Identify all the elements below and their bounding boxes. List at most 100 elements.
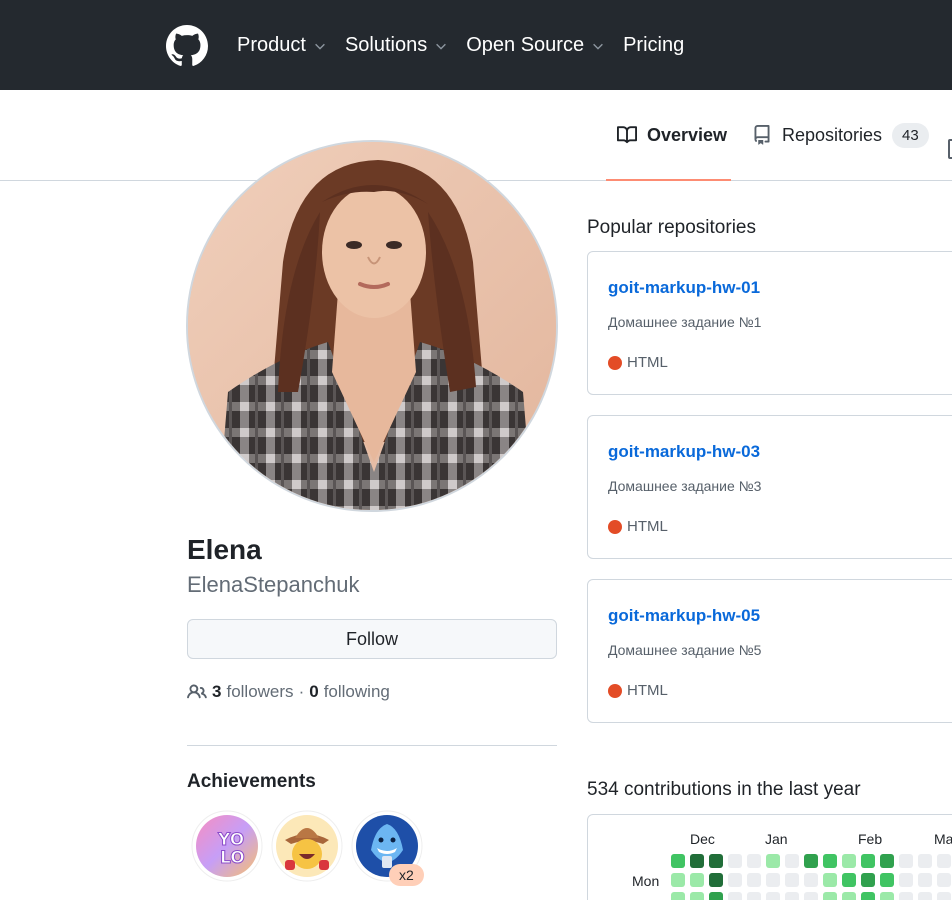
nav-pricing-label: Pricing	[623, 33, 685, 56]
contribution-cell[interactable]	[709, 854, 723, 868]
contribution-cell[interactable]	[918, 873, 932, 887]
follow-separator: ·	[298, 682, 305, 701]
contribution-graph: Dec Jan Feb Ma Mon	[587, 814, 952, 900]
contribution-cell[interactable]	[766, 854, 780, 868]
contribution-cell[interactable]	[861, 892, 875, 900]
nav-pricing[interactable]: Pricing	[623, 34, 684, 57]
contribution-cell[interactable]	[709, 892, 723, 900]
repo-description: Домашнее задание №5	[608, 642, 762, 658]
contribution-cell[interactable]	[937, 873, 951, 887]
language-color-dot	[608, 355, 622, 370]
projects-tab-icon[interactable]	[948, 139, 952, 159]
repo-language: HTML	[608, 682, 668, 699]
profile-name: Elena	[187, 534, 262, 565]
follow-button[interactable]: Follow	[187, 619, 557, 659]
contribution-cell[interactable]	[690, 892, 704, 900]
repositories-counter: 43	[892, 122, 929, 148]
month-label: Ma	[934, 831, 952, 847]
profile-tabs: Overview Repositories 43	[0, 90, 952, 181]
tab-repositories-label: Repositories	[782, 124, 883, 145]
contribution-cell[interactable]	[842, 892, 856, 900]
tab-repositories[interactable]: Repositories 43	[752, 90, 929, 180]
repo-card: goit-markup-hw-03 Домашнее задание №3 HT…	[587, 415, 952, 559]
contribution-cell[interactable]	[690, 873, 704, 887]
contribution-cell[interactable]	[899, 892, 913, 900]
contribution-cell[interactable]	[785, 854, 799, 868]
month-label: Dec	[690, 831, 715, 847]
quickdraw-badge-icon[interactable]	[271, 810, 343, 882]
contributions-title: 534 contributions in the last year	[587, 779, 861, 800]
contribution-cell[interactable]	[842, 854, 856, 868]
contribution-cell[interactable]	[709, 873, 723, 887]
contribution-cell[interactable]	[899, 873, 913, 887]
contribution-cell[interactable]	[823, 854, 837, 868]
contribution-cell[interactable]	[804, 873, 818, 887]
contribution-cell[interactable]	[880, 854, 894, 868]
contribution-cell[interactable]	[766, 873, 780, 887]
following-label: following	[323, 682, 390, 701]
repo-description: Домашнее задание №1	[608, 314, 762, 330]
tab-overview[interactable]: Overview	[606, 90, 731, 181]
repo-description: Домашнее задание №3	[608, 478, 762, 494]
contribution-cell[interactable]	[747, 892, 761, 900]
github-logo-icon[interactable]	[166, 25, 208, 67]
contribution-cell[interactable]	[747, 854, 761, 868]
repo-link[interactable]: goit-markup-hw-05	[608, 606, 760, 626]
contribution-cell[interactable]	[728, 873, 742, 887]
month-label: Jan	[765, 831, 788, 847]
language-color-dot	[608, 519, 622, 534]
avatar[interactable]	[186, 140, 558, 512]
profile-login: ElenaStepanchuk	[187, 572, 360, 597]
nav-solutions[interactable]: Solutions	[345, 34, 448, 57]
followers-count: 3	[212, 682, 222, 701]
contribution-cell[interactable]	[880, 892, 894, 900]
repo-language-label: HTML	[627, 354, 668, 371]
contribution-cell[interactable]	[690, 854, 704, 868]
chevron-down-icon	[315, 43, 325, 50]
contribution-cell[interactable]	[671, 892, 685, 900]
contribution-cell[interactable]	[728, 892, 742, 900]
repo-language: HTML	[608, 518, 668, 535]
contribution-cell[interactable]	[918, 854, 932, 868]
language-color-dot	[608, 683, 622, 698]
nav-solutions-label: Solutions	[344, 33, 428, 56]
contribution-cell[interactable]	[918, 892, 932, 900]
contribution-cell[interactable]	[823, 873, 837, 887]
nav-product[interactable]: Product	[237, 34, 327, 57]
contribution-cell[interactable]	[899, 854, 913, 868]
repo-language: HTML	[608, 354, 668, 371]
sidebar-divider	[187, 745, 557, 746]
contribution-cell[interactable]	[842, 873, 856, 887]
yolo-badge-icon[interactable]: YO LO	[191, 810, 263, 882]
contribution-cell[interactable]	[766, 892, 780, 900]
followers-label: followers	[226, 682, 294, 701]
contribution-cell[interactable]	[823, 892, 837, 900]
month-label: Feb	[858, 831, 883, 847]
main-nav: Product Solutions Open Source Pricing	[237, 0, 702, 90]
followers-link[interactable]: 3 followers	[212, 682, 294, 702]
contribution-cell[interactable]	[804, 892, 818, 900]
following-count: 0	[309, 682, 319, 701]
repo-language-label: HTML	[627, 518, 668, 535]
contribution-cell[interactable]	[785, 892, 799, 900]
following-link[interactable]: 0 following	[309, 682, 390, 702]
contribution-cell[interactable]	[728, 854, 742, 868]
nav-open-source[interactable]: Open Source	[466, 34, 605, 57]
repo-link[interactable]: goit-markup-hw-03	[608, 442, 760, 462]
avatar-photo	[188, 142, 556, 510]
repo-language-label: HTML	[627, 682, 668, 699]
contribution-cell[interactable]	[861, 854, 875, 868]
repo-link[interactable]: goit-markup-hw-01	[608, 278, 760, 298]
contribution-cell[interactable]	[937, 854, 951, 868]
contribution-cell[interactable]	[747, 873, 761, 887]
contribution-cell[interactable]	[804, 854, 818, 868]
contribution-cell[interactable]	[937, 892, 951, 900]
contribution-cell[interactable]	[671, 854, 685, 868]
contribution-cell[interactable]	[671, 873, 685, 887]
contribution-cell[interactable]	[880, 873, 894, 887]
book-icon	[617, 126, 637, 144]
people-icon	[187, 684, 207, 699]
contribution-cell[interactable]	[861, 873, 875, 887]
repo-card: goit-markup-hw-01 Домашнее задание №1 HT…	[587, 251, 952, 395]
contribution-cell[interactable]	[785, 873, 799, 887]
